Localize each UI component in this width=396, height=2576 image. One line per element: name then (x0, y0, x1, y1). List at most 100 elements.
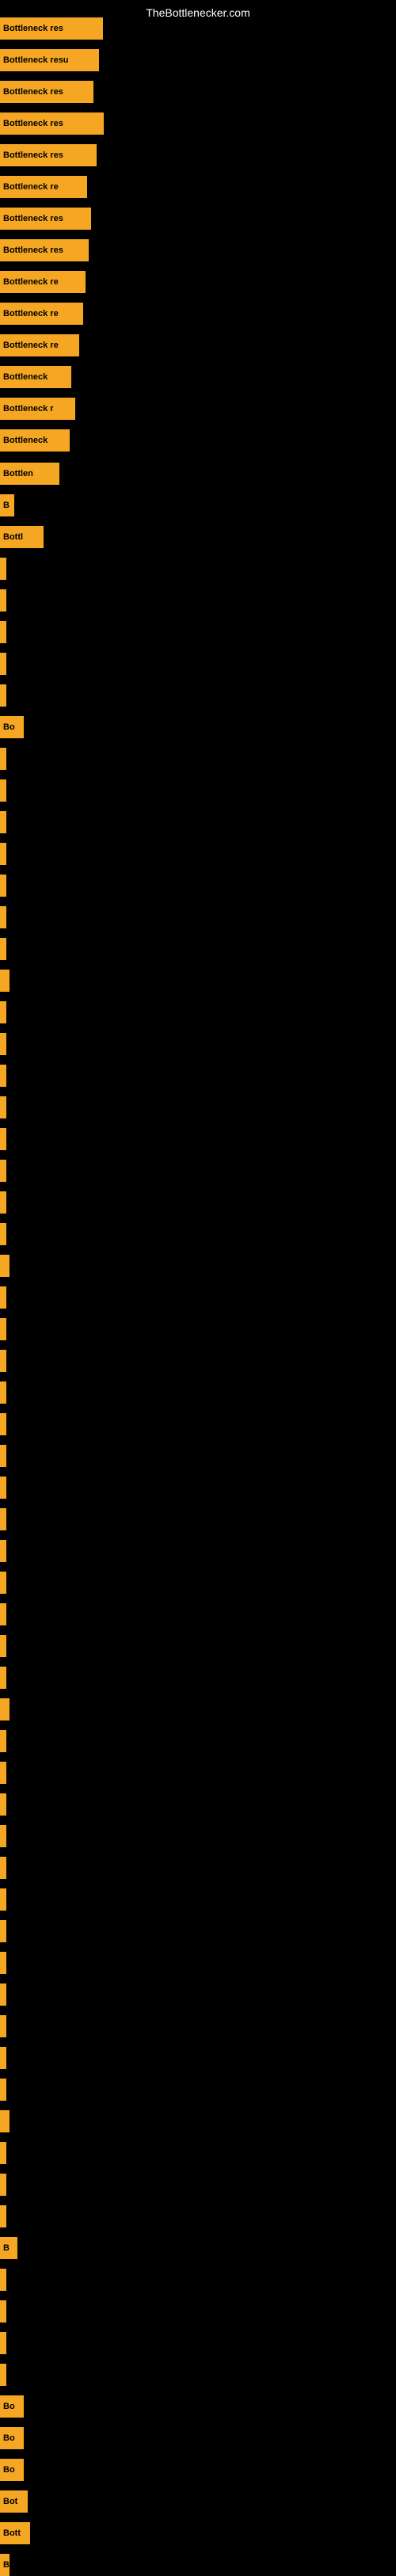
bar-item (0, 621, 6, 643)
bar-item (0, 2364, 6, 2386)
bar-label: Bottleneck r (3, 404, 54, 413)
bar-item (0, 938, 6, 960)
bar-label: Bo (3, 2402, 15, 2411)
bar-item (0, 1191, 6, 1214)
bar-item (0, 1001, 6, 1023)
bar-item (0, 1065, 6, 1087)
bar-item: Bottleneck re (0, 334, 79, 356)
bar-label: Bottleneck res (3, 151, 63, 160)
bar-label: Bottleneck (3, 436, 48, 445)
bar-item: Bot (0, 2490, 28, 2513)
bar-item (0, 970, 10, 992)
bar-item (0, 2174, 6, 2196)
bar-item: Bottleneck res (0, 144, 97, 166)
bar-item (0, 1540, 6, 1562)
bar-item (0, 2015, 6, 2037)
bar-label: Bottleneck res (3, 246, 63, 255)
bar-item (0, 1952, 6, 1974)
bar-item: Bo (0, 716, 24, 738)
bar-item (0, 1096, 6, 1118)
bar-item: Bottleneck res (0, 239, 89, 261)
bar-item (0, 2332, 6, 2354)
bar-item (0, 748, 6, 770)
bar-item (0, 1603, 6, 1625)
bar-item (0, 2079, 6, 2101)
bar-item (0, 1128, 6, 1150)
bar-item: Bott (0, 2522, 30, 2544)
bar-label: B (3, 2243, 10, 2253)
bar-item: Bo (0, 2459, 24, 2481)
bar-label: Bottlen (3, 469, 33, 478)
bar-item (0, 1033, 6, 1055)
bar-label: Bot (3, 2497, 17, 2506)
bar-item (0, 1762, 6, 1784)
bar-item (0, 1318, 6, 1340)
bar-item (0, 2047, 6, 2069)
bar-label: B (3, 2560, 10, 2570)
bar-item (0, 1793, 6, 1816)
bar-item: Bottleneck (0, 429, 70, 452)
bar-item (0, 558, 6, 580)
bar-item (0, 843, 6, 865)
bar-item (0, 1413, 6, 1435)
bar-item (0, 1920, 6, 1942)
bar-label: B (3, 501, 10, 510)
bar-label: Bottleneck res (3, 214, 63, 223)
bar-item: B (0, 2237, 17, 2259)
bar-item: Bottleneck re (0, 303, 83, 325)
bar-item (0, 1255, 10, 1277)
bar-item (0, 653, 6, 675)
bar-label: Bottleneck re (3, 277, 59, 287)
bar-item (0, 684, 6, 707)
bar-item: Bottlen (0, 463, 59, 485)
bar-label: Bottleneck resu (3, 55, 69, 65)
bar-item (0, 1983, 6, 2006)
bar-item (0, 1445, 6, 1467)
bar-item (0, 589, 6, 612)
bar-item (0, 1508, 6, 1530)
bar-item: B (0, 494, 14, 516)
bar-item (0, 1381, 6, 1404)
bar-item (0, 1477, 6, 1499)
bar-label: Bottleneck re (3, 309, 59, 318)
bar-item (0, 875, 6, 897)
bar-item: Bottleneck res (0, 17, 103, 40)
bar-item (0, 779, 6, 802)
bar-item: Bottleneck re (0, 271, 86, 293)
bar-label: Bo (3, 722, 15, 732)
bar-item (0, 811, 6, 833)
bar-label: Bottleneck (3, 372, 48, 382)
bar-item (0, 1730, 6, 1752)
bar-item (0, 1286, 6, 1309)
bar-item (0, 2110, 10, 2132)
bar-item (0, 1350, 6, 1372)
bar-item (0, 1667, 6, 1689)
bar-label: Bottleneck re (3, 182, 59, 192)
bar-item: B (0, 2554, 10, 2576)
bar-label: Bottleneck re (3, 341, 59, 350)
bar-item (0, 1825, 6, 1847)
bar-item (0, 1160, 6, 1182)
bar-item (0, 1857, 6, 1879)
bar-label: Bo (3, 2465, 15, 2475)
bar-label: Bottl (3, 532, 23, 542)
bar-item: Bo (0, 2395, 24, 2418)
bar-item (0, 2142, 6, 2164)
bar-item (0, 2269, 6, 2291)
bar-item (0, 1572, 6, 1594)
bar-item (0, 906, 6, 928)
bar-item (0, 2205, 6, 2227)
bar-item (0, 1888, 6, 1911)
bar-item (0, 2300, 6, 2323)
bar-item: Bottleneck res (0, 81, 93, 103)
bar-item: Bottleneck r (0, 398, 75, 420)
bar-item: Bottleneck (0, 366, 71, 388)
bar-label: Bottleneck res (3, 24, 63, 33)
bar-item: Bottleneck resu (0, 49, 99, 71)
bar-item: Bo (0, 2427, 24, 2449)
bar-label: Bottleneck res (3, 87, 63, 97)
bar-item (0, 1698, 10, 1721)
bar-item: Bottleneck re (0, 176, 87, 198)
bar-item: Bottleneck res (0, 208, 91, 230)
bar-item: Bottl (0, 526, 44, 548)
